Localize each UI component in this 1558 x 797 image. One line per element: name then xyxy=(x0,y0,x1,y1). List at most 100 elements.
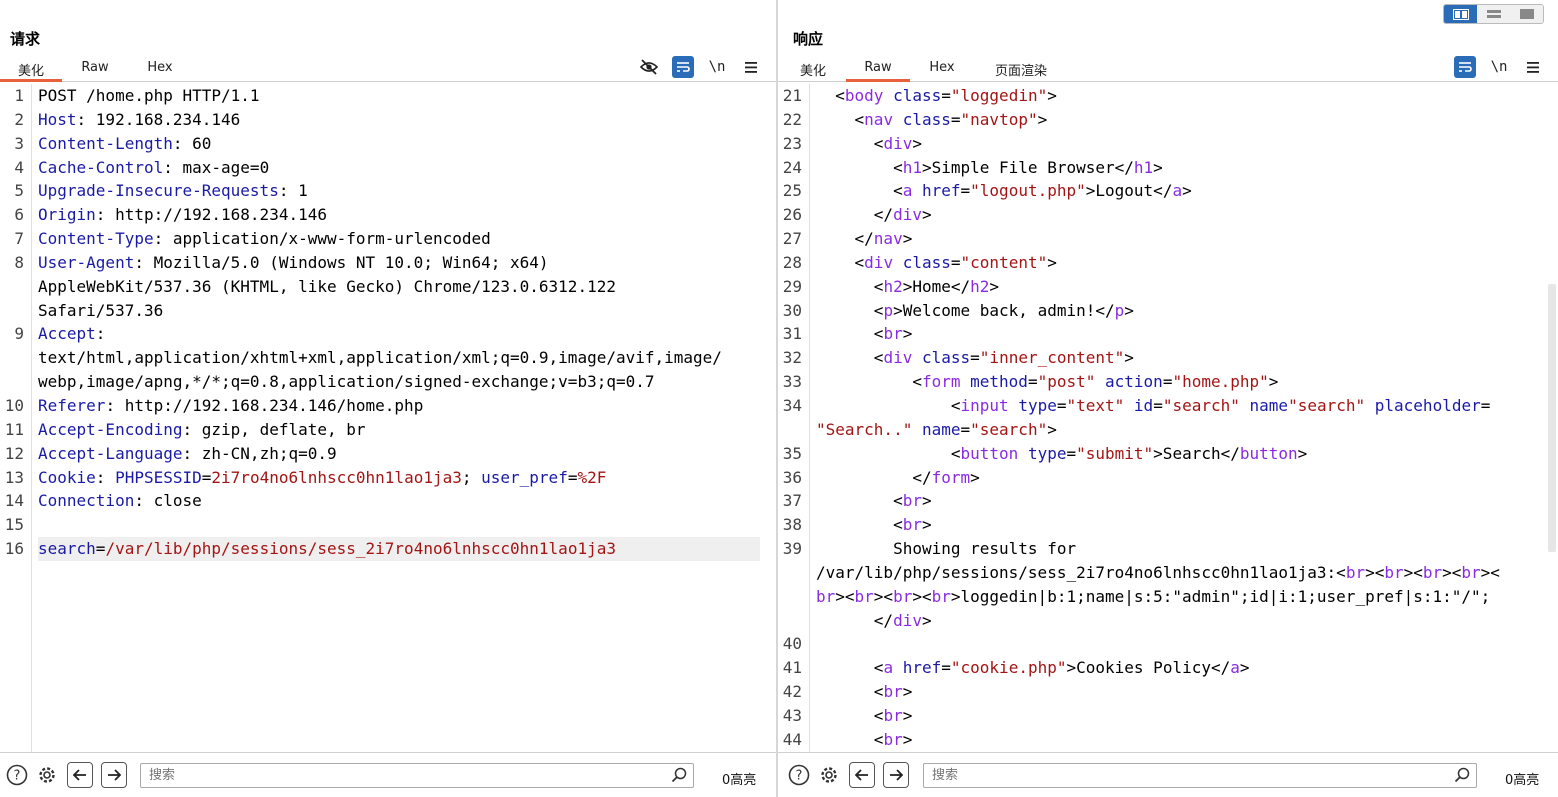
request-code: 1 POST /home.php HTTP/1.1 2 Host: 192.168.2… xyxy=(5,84,760,752)
response-code-line: 21 <body class="loggedin"> xyxy=(783,84,1536,108)
response-scrollbar[interactable] xyxy=(1548,284,1556,552)
code-token: form xyxy=(931,467,971,487)
response-editor[interactable]: 21 <body class="loggedin"> 22 <nav class=… xyxy=(778,84,1558,752)
code-token: a xyxy=(883,658,894,678)
response-tab-hex[interactable]: Hex xyxy=(911,60,973,82)
code-token: br xyxy=(883,705,903,725)
code-token: = xyxy=(950,252,961,272)
gear-icon[interactable] xyxy=(34,762,60,788)
hamburger-menu-icon[interactable] xyxy=(1522,56,1544,78)
request-code-line: 13 Cookie: PHPSESSID=2i7ro4no6lnhscc0hn1l… xyxy=(5,466,760,490)
code-token: > xyxy=(1124,348,1134,368)
code-token: > xyxy=(902,229,913,249)
code-token: : 1 xyxy=(278,181,308,201)
word-wrap-icon[interactable] xyxy=(1454,56,1476,78)
response-tab-pretty[interactable]: 美化 xyxy=(782,60,844,82)
request-code-line: 8 User-Agent: Mozilla/5.0 (Windows NT 10.… xyxy=(14,251,760,323)
code-token: >< xyxy=(1365,562,1385,582)
newline-toggle-icon[interactable]: \n xyxy=(1488,56,1510,78)
code-token: 2i7ro4no6lnhscc0hn1lao1ja3 xyxy=(211,467,462,487)
line-number: 10 xyxy=(4,395,24,415)
magnifier-icon xyxy=(671,767,687,787)
line-number: 35 xyxy=(782,443,802,463)
code-token: = xyxy=(960,181,971,201)
request-tab-hex[interactable]: Hex xyxy=(129,60,191,82)
code-token: = xyxy=(95,539,106,559)
code-token: br xyxy=(854,586,874,606)
hamburger-menu-icon[interactable] xyxy=(740,56,762,78)
line-number: 34 xyxy=(782,395,802,415)
newline-toggle-icon[interactable]: \n xyxy=(706,56,728,78)
gear-icon[interactable] xyxy=(816,762,842,788)
response-editor-tools: \n xyxy=(1454,55,1544,79)
code-token: div xyxy=(883,133,913,153)
code-token: br xyxy=(883,682,903,702)
code-token: = xyxy=(1153,395,1163,415)
code-token: = xyxy=(1066,443,1077,463)
response-code: 21 <body class="loggedin"> 22 <nav class=… xyxy=(783,84,1536,752)
request-code-line: 1 POST /home.php HTTP/1.1 xyxy=(14,84,760,108)
code-token: a xyxy=(902,181,913,201)
code-token: Cache-Control xyxy=(38,157,164,177)
response-search-field[interactable] xyxy=(923,763,1477,788)
response-tab-render[interactable]: 页面渲染 xyxy=(983,60,1059,82)
response-code-line: 29 <h2>Home</h2> xyxy=(783,275,1536,299)
code-token: < xyxy=(816,729,884,749)
request-code-line: 2 Host: 192.168.234.146 xyxy=(14,108,760,132)
code-token: h2 xyxy=(970,276,990,296)
line-number: 40 xyxy=(782,634,802,654)
line-number: 33 xyxy=(782,372,802,392)
request-code-line: 16 search=/var/lib/php/sessions/sess_2i7r… xyxy=(5,537,760,561)
help-icon[interactable]: ? xyxy=(786,762,812,788)
line-number: 15 xyxy=(4,515,24,535)
help-icon[interactable]: ? xyxy=(4,762,30,788)
arrow-left-icon[interactable] xyxy=(849,762,875,788)
request-search-field[interactable] xyxy=(140,763,694,788)
line-number: 37 xyxy=(782,491,802,511)
code-token: Accept xyxy=(38,324,96,344)
code-token: action xyxy=(1105,372,1163,392)
request-search-input[interactable] xyxy=(141,764,693,787)
code-token: %2F xyxy=(577,467,607,487)
code-token: </ xyxy=(816,205,894,225)
arrow-right-icon[interactable] xyxy=(101,762,127,788)
request-code-line: 5 Upgrade-Insecure-Requests: 1 xyxy=(14,179,760,203)
response-code-line: 35 <button type="submit">Search</button> xyxy=(783,442,1536,466)
code-token: Accept-Encoding xyxy=(38,419,183,439)
code-token: > xyxy=(970,467,980,487)
line-number: 24 xyxy=(782,157,802,177)
code-token: = xyxy=(1480,395,1491,415)
code-token: ; xyxy=(461,467,482,487)
line-number: 39 xyxy=(782,539,802,559)
code-token: < xyxy=(816,372,922,392)
code-token: : 192.168.234.146 xyxy=(76,109,241,129)
code-token: >Search</ xyxy=(1153,443,1240,463)
code-token: nav xyxy=(873,229,903,249)
eye-slash-icon[interactable] xyxy=(638,56,660,78)
request-editor[interactable]: 1 POST /home.php HTTP/1.1 2 Host: 192.168.2… xyxy=(0,84,776,752)
code-token: Content-Type xyxy=(38,229,154,249)
request-tab-pretty[interactable]: 美化 xyxy=(0,60,62,82)
arrow-right-icon[interactable] xyxy=(883,762,909,788)
layout-tabs-button[interactable] xyxy=(1510,5,1543,23)
code-token: > xyxy=(1037,109,1048,129)
response-tab-raw[interactable]: Raw xyxy=(846,60,910,82)
code-token: br xyxy=(883,324,903,344)
response-code-line: 27 </nav> xyxy=(783,227,1536,251)
code-token: > xyxy=(1297,443,1308,463)
layout-stacked-button[interactable] xyxy=(1477,5,1510,23)
code-token: : text/html,application/xhtml+xml,applic… xyxy=(38,324,722,392)
code-token: < xyxy=(816,658,884,678)
request-tab-raw[interactable]: Raw xyxy=(64,60,126,82)
response-search-input[interactable] xyxy=(924,764,1476,787)
code-token: < xyxy=(816,324,884,344)
layout-side-by-side-button[interactable] xyxy=(1444,5,1477,23)
arrow-left-icon[interactable] xyxy=(67,762,93,788)
word-wrap-icon[interactable] xyxy=(672,56,694,78)
highlight-count: 0高亮 xyxy=(722,773,757,788)
